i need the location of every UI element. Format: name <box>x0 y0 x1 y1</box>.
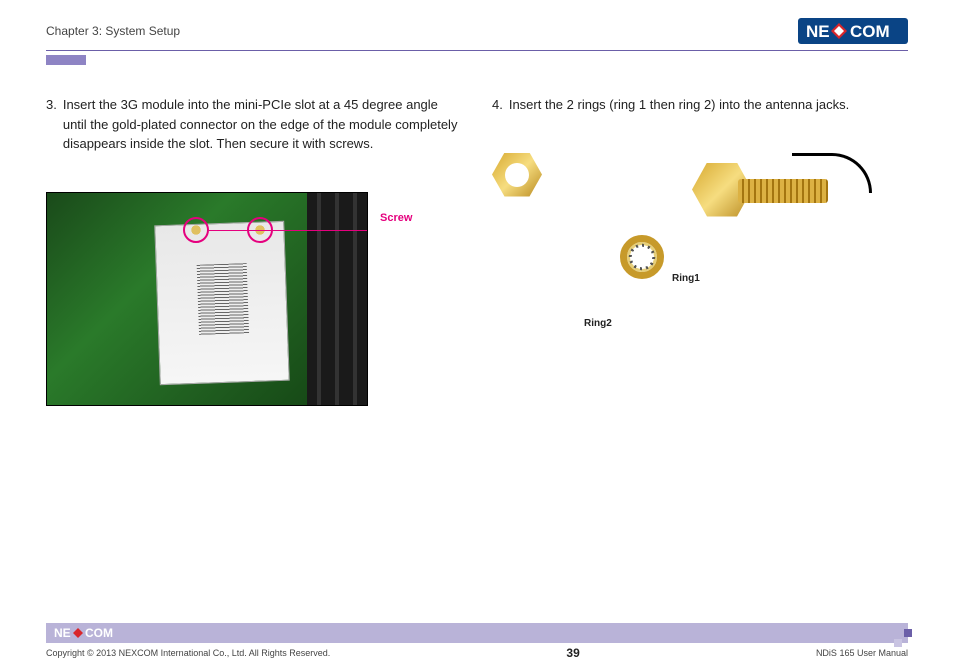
label-screw: Screw <box>380 212 412 224</box>
connector-threaded-icon <box>738 179 828 203</box>
chapter-title: Chapter 3: System Setup <box>46 24 180 38</box>
nexcom-logo: NE COM <box>798 18 908 44</box>
svg-text:COM: COM <box>850 22 890 41</box>
leader-line <box>209 230 368 231</box>
page-number: 39 <box>566 646 579 660</box>
step-text: Insert the 3G module into the mini-PCIe … <box>63 95 462 154</box>
ring1-icon <box>620 235 664 279</box>
figure-antenna-rings: Ring1 Ring2 <box>492 153 872 363</box>
label-ring1: Ring1 <box>672 273 700 284</box>
step-number: 3. <box>46 95 57 154</box>
figure-3g-module-install <box>46 192 368 406</box>
instruction-step-3: 3. Insert the 3G module into the mini-PC… <box>46 95 462 154</box>
label-ring2: Ring2 <box>584 318 612 329</box>
ring2-icon <box>492 153 542 197</box>
footer-bar: NE COM <box>46 623 908 643</box>
instruction-step-4: 4. Insert the 2 rings (ring 1 then ring … <box>492 95 908 115</box>
svg-text:NE: NE <box>54 626 71 640</box>
step-text: Insert the 2 rings (ring 1 then ring 2) … <box>509 95 849 115</box>
svg-text:COM: COM <box>85 626 113 640</box>
copyright-text: Copyright © 2013 NEXCOM International Co… <box>46 648 330 658</box>
step-number: 4. <box>492 95 503 115</box>
header-divider <box>46 50 908 51</box>
svg-text:NE: NE <box>806 22 830 41</box>
nexcom-logo-small: NE COM <box>54 626 126 640</box>
screw-marker-icon <box>183 217 209 243</box>
manual-name: NDiS 165 User Manual <box>816 648 908 658</box>
page-tab-marker <box>46 55 86 65</box>
